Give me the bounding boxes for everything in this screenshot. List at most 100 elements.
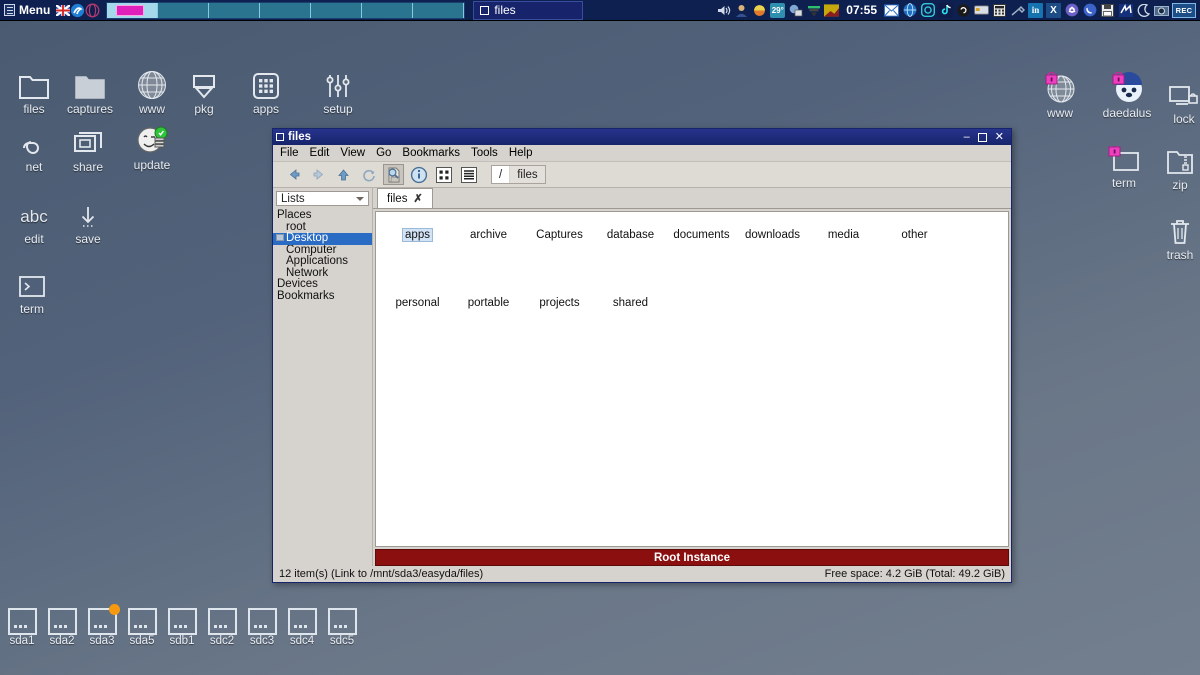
sidebar-item-applications[interactable]: Applications	[273, 255, 372, 268]
drive-icon-sda5[interactable]: sda5	[120, 608, 164, 647]
desktop-icon-save[interactable]: save	[56, 196, 120, 245]
desktop-icon-captures[interactable]: captures	[58, 66, 122, 115]
calculator-icon[interactable]	[992, 3, 1007, 18]
forward-arrow-icon[interactable]	[308, 164, 329, 185]
user-icon[interactable]	[734, 3, 749, 18]
file-item[interactable]: personal	[382, 292, 453, 360]
file-list-pane[interactable]: apps archive Captures database documents…	[375, 211, 1009, 547]
floppy-save-icon[interactable]	[1100, 3, 1115, 18]
openai-icon[interactable]	[1064, 3, 1079, 18]
start-menu-button[interactable]: Menu	[0, 0, 56, 21]
desktop-icon-apps[interactable]: apps	[234, 66, 298, 115]
places-header-bookmarks[interactable]: Bookmarks	[273, 290, 372, 303]
disk-usage-icon[interactable]	[824, 3, 840, 18]
file-item[interactable]: projects	[524, 292, 595, 360]
volume-icon[interactable]	[716, 3, 731, 18]
desktop-icon-share[interactable]: share	[56, 124, 120, 173]
mail-envelope-icon[interactable]	[884, 3, 899, 18]
taskbar-window-files[interactable]: files	[473, 0, 584, 20]
menu-go[interactable]: Go	[376, 147, 391, 159]
linkedin-icon[interactable]: in	[1028, 2, 1043, 18]
file-item[interactable]: documents	[666, 224, 737, 292]
x-twitter-icon[interactable]: X	[1046, 2, 1061, 18]
drive-icon-sda3[interactable]: sda3	[80, 604, 124, 647]
workspace-3[interactable]	[209, 2, 261, 18]
list-view-icon[interactable]	[458, 164, 479, 185]
tab-files[interactable]: files ✗	[377, 188, 433, 208]
path-breadcrumb[interactable]: / files	[491, 165, 546, 184]
instagram-icon[interactable]	[920, 3, 935, 18]
desktop-icon-www-right[interactable]: www	[1028, 70, 1092, 119]
maximize-button[interactable]	[977, 132, 987, 142]
tab-close-icon[interactable]: ✗	[413, 192, 422, 205]
file-item[interactable]: archive	[453, 224, 524, 292]
sleep-moon-icon[interactable]: z	[1136, 3, 1151, 18]
menu-bookmarks[interactable]: Bookmarks	[402, 147, 460, 159]
up-arrow-icon[interactable]	[333, 164, 354, 185]
amazon-icon[interactable]	[956, 3, 971, 18]
menu-file[interactable]: File	[280, 147, 299, 159]
path-segment-root[interactable]: /	[492, 166, 511, 183]
refresh-icon[interactable]	[358, 164, 379, 185]
file-item[interactable]: downloads	[737, 224, 808, 292]
workspace-7[interactable]	[413, 2, 465, 18]
card-icon[interactable]	[974, 3, 989, 18]
file-item[interactable]: Captures	[524, 224, 595, 292]
tools-icon[interactable]	[1010, 3, 1025, 18]
menu-view[interactable]: View	[340, 147, 365, 159]
sidebar-mode-select[interactable]: Lists	[276, 191, 369, 206]
drive-icon-sdc3[interactable]: sdc3	[240, 608, 284, 647]
menu-help[interactable]: Help	[509, 147, 533, 159]
file-item[interactable]: media	[808, 224, 879, 292]
preview-document-icon[interactable]	[383, 164, 404, 185]
workspace-2[interactable]	[158, 2, 210, 18]
camera-icon[interactable]	[1154, 3, 1169, 18]
drive-icon-sdc2[interactable]: sdc2	[200, 608, 244, 647]
weather-sun-icon[interactable]	[752, 3, 767, 18]
file-item[interactable]: shared	[595, 292, 666, 360]
minimize-button[interactable]: –	[964, 132, 970, 143]
close-button[interactable]: ✕	[995, 132, 1004, 143]
back-arrow-icon[interactable]	[283, 164, 304, 185]
uk-flag-icon[interactable]	[55, 3, 72, 17]
file-item[interactable]: other	[879, 224, 950, 292]
icon-view-icon[interactable]	[433, 164, 454, 185]
menu-tools[interactable]: Tools	[471, 147, 498, 159]
places-header-devices[interactable]: Devices	[273, 278, 372, 291]
file-item[interactable]: apps	[382, 224, 453, 292]
window-titlebar[interactable]: files – ✕	[273, 129, 1011, 145]
desktop-icon-term-right[interactable]: term	[1092, 140, 1156, 189]
menu-edit[interactable]: Edit	[310, 147, 330, 159]
desktop-icon-lock[interactable]: lock	[1152, 76, 1200, 125]
drive-icon-sdc4[interactable]: sdc4	[280, 608, 324, 647]
desktop-icon-update[interactable]: update	[120, 122, 184, 171]
tiktok-icon[interactable]	[938, 2, 953, 18]
update-arrows-icon[interactable]	[1118, 3, 1133, 18]
workspace-pager[interactable]	[106, 1, 466, 19]
workspace-1[interactable]	[107, 2, 159, 18]
file-item[interactable]: database	[595, 224, 666, 292]
sidebar-item-desktop[interactable]: Desktop	[273, 232, 372, 245]
printer-icon[interactable]	[806, 3, 821, 18]
rec-icon[interactable]: REC	[1172, 2, 1196, 18]
whatsapp-icon[interactable]	[1082, 3, 1097, 18]
drive-icon-sdc5[interactable]: sdc5	[320, 608, 364, 647]
desktop-icon-trash[interactable]: trash	[1148, 212, 1200, 261]
rings-icon[interactable]	[85, 3, 100, 18]
drive-icon-sda1[interactable]: sda1	[0, 608, 44, 647]
workspace-4[interactable]	[260, 2, 312, 18]
network-icon[interactable]	[788, 3, 803, 18]
taskbar-clock[interactable]: 07:55	[842, 3, 881, 17]
desktop-icon-term[interactable]: term	[0, 266, 64, 315]
workspace-6[interactable]	[362, 2, 414, 18]
path-segment-files[interactable]: files	[510, 166, 545, 183]
desktop-icon-setup[interactable]: setup	[306, 66, 370, 115]
drive-icon-sdb1[interactable]: sdb1	[160, 608, 204, 647]
workspace-5[interactable]	[311, 2, 363, 18]
file-item[interactable]: portable	[453, 292, 524, 360]
desktop-icon-pkg[interactable]: pkg	[172, 66, 236, 115]
desktop-icon-zip[interactable]: zip	[1148, 142, 1200, 191]
temperature-29-icon[interactable]: 29°	[770, 2, 786, 18]
desktop-icon-files[interactable]: files	[2, 66, 66, 115]
info-icon[interactable]	[408, 164, 429, 185]
